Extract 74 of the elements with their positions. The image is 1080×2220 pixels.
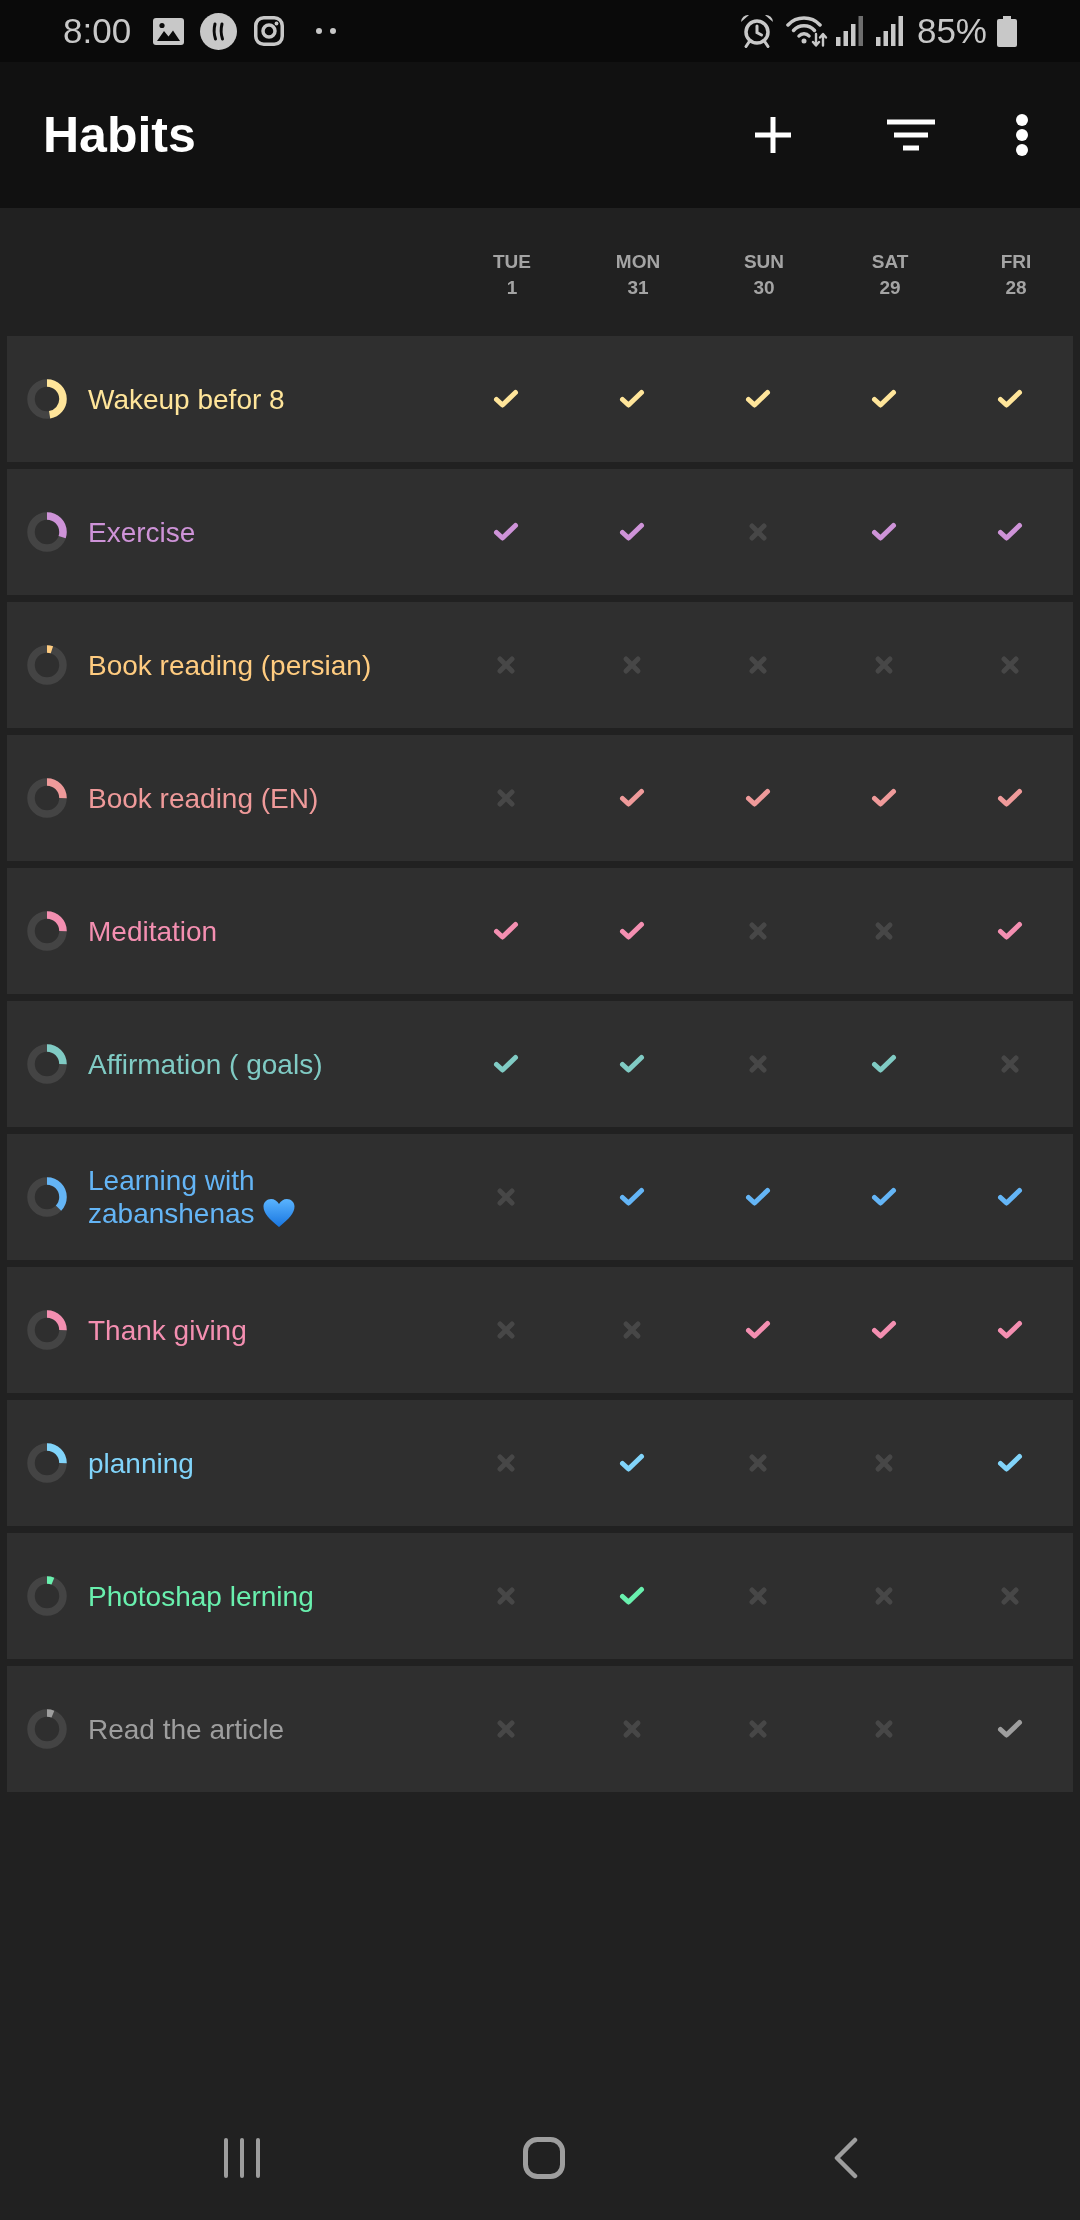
dots-icon xyxy=(316,28,337,34)
habit-name: Meditation xyxy=(88,915,218,947)
more-icon[interactable] xyxy=(1015,114,1029,156)
check-icon[interactable] xyxy=(997,1719,1023,1739)
habit-name: Exercise xyxy=(88,516,196,548)
weekday-label: SUN xyxy=(743,250,785,273)
habit-name: Thank giving xyxy=(88,1314,247,1346)
habit-name: Photoshap lerning xyxy=(88,1580,314,1612)
weekday-label: MON xyxy=(615,250,661,273)
check-icon[interactable] xyxy=(619,788,645,808)
check-icon[interactable] xyxy=(871,1054,897,1074)
habit-name: Affirmation ( goals) xyxy=(88,1048,323,1080)
habit-row[interactable]: Learning with zabanshenas xyxy=(7,1134,1073,1260)
check-icon[interactable] xyxy=(619,921,645,941)
habit-row[interactable]: Exercise xyxy=(7,469,1073,595)
check-icon[interactable] xyxy=(619,1453,645,1473)
battery-percent: 85% xyxy=(916,11,987,51)
check-icon[interactable] xyxy=(997,1187,1023,1207)
app-title: Habits xyxy=(43,106,196,165)
date-label: 31 xyxy=(627,276,649,299)
date-label: 29 xyxy=(879,276,901,299)
habit-name: planning xyxy=(88,1447,194,1479)
weekday-label: FRI xyxy=(1000,250,1032,273)
wifi-icon xyxy=(785,15,828,47)
check-icon[interactable] xyxy=(493,1054,519,1074)
check-icon[interactable] xyxy=(997,788,1023,808)
date-label: 1 xyxy=(506,276,518,299)
check-icon[interactable] xyxy=(619,1054,645,1074)
back-icon[interactable] xyxy=(834,2137,858,2179)
habit-name: Learning with zabanshenas xyxy=(88,1165,255,1229)
habit-row[interactable]: Read the article xyxy=(7,1666,1073,1792)
check-icon[interactable] xyxy=(997,1320,1023,1340)
check-icon[interactable] xyxy=(871,1187,897,1207)
check-icon[interactable] xyxy=(619,1187,645,1207)
check-icon[interactable] xyxy=(493,522,519,542)
check-icon[interactable] xyxy=(997,522,1023,542)
heart-icon xyxy=(262,1198,295,1228)
check-icon[interactable] xyxy=(997,1453,1023,1473)
signal-icon xyxy=(834,16,864,46)
check-icon[interactable] xyxy=(493,921,519,941)
weekday-label: SAT xyxy=(871,250,909,273)
filter-icon[interactable] xyxy=(887,119,935,151)
camera-icon xyxy=(254,16,285,46)
check-icon[interactable] xyxy=(745,1187,771,1207)
app-icon xyxy=(200,12,238,50)
habit-name: Book reading (persian) xyxy=(88,649,372,681)
date-label: 30 xyxy=(753,276,775,299)
habit-row[interactable]: Photoshap lerning xyxy=(7,1533,1073,1659)
home-icon[interactable] xyxy=(523,2137,565,2179)
battery-icon xyxy=(997,15,1017,47)
habit-name: Wakeup befor 8 xyxy=(88,383,285,415)
habit-row[interactable]: Book reading (EN) xyxy=(7,735,1073,861)
habit-row[interactable]: Meditation xyxy=(7,868,1073,994)
check-icon[interactable] xyxy=(997,921,1023,941)
signal-icon xyxy=(874,16,904,46)
habit-row[interactable]: planning xyxy=(7,1400,1073,1526)
weekday-label: TUE xyxy=(493,250,531,273)
check-icon[interactable] xyxy=(871,788,897,808)
check-icon[interactable] xyxy=(871,522,897,542)
habit-row[interactable]: Thank giving xyxy=(7,1267,1073,1393)
habit-name: Read the article xyxy=(88,1713,285,1745)
image-icon xyxy=(153,17,185,45)
plus-icon[interactable] xyxy=(754,116,792,154)
check-icon[interactable] xyxy=(745,788,771,808)
date-label: 28 xyxy=(1005,276,1027,299)
recents-icon[interactable] xyxy=(224,2138,260,2178)
check-icon[interactable] xyxy=(871,1320,897,1340)
check-icon[interactable] xyxy=(745,1320,771,1340)
check-icon[interactable] xyxy=(619,1586,645,1606)
check-icon[interactable] xyxy=(619,522,645,542)
habit-row[interactable]: Affirmation ( goals) xyxy=(7,1001,1073,1127)
alarm-clock-icon xyxy=(739,14,774,48)
status-time: 8:00 xyxy=(63,11,132,51)
habit-name: Book reading (EN) xyxy=(88,782,319,814)
